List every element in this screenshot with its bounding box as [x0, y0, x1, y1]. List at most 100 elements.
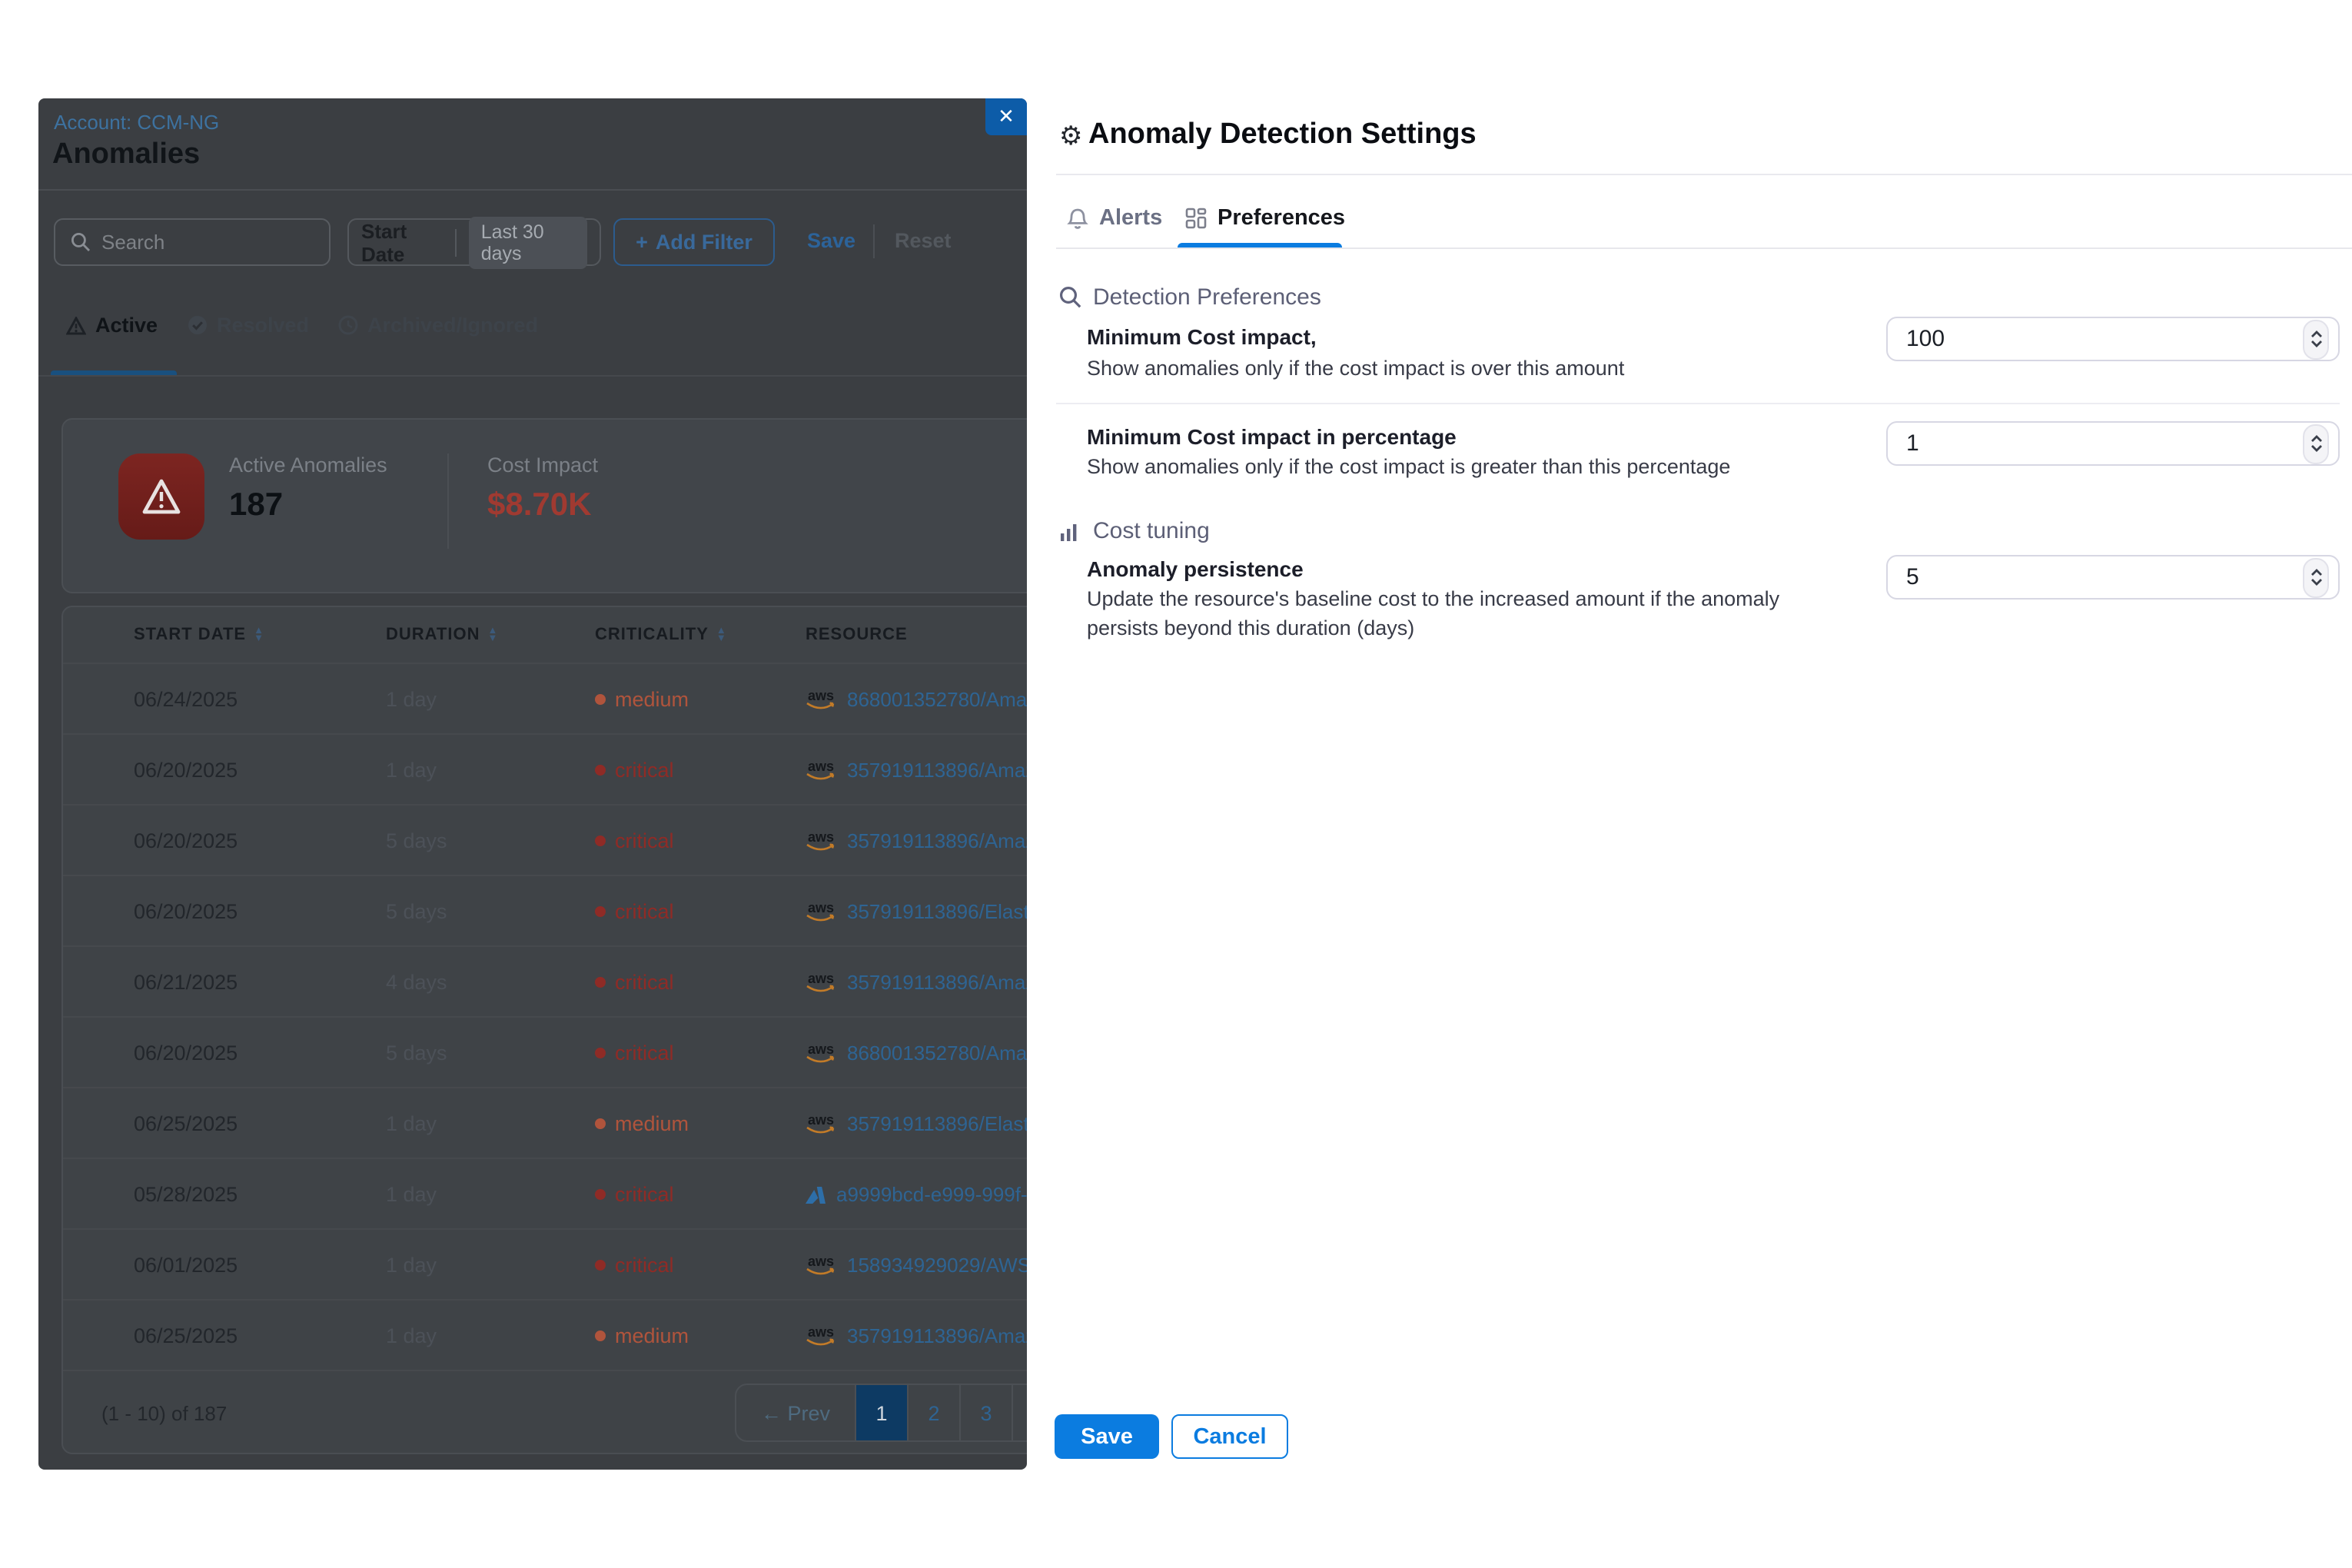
prev-page-button[interactable]: ← Prev: [736, 1385, 855, 1440]
table-row[interactable]: 06/24/2025 1 day medium aws 868001352780…: [63, 663, 1027, 735]
tab-resolved[interactable]: Resolved: [188, 314, 309, 337]
start-date-cell: 06/20/2025: [134, 1041, 238, 1065]
preferences-grid-icon: [1185, 208, 1207, 229]
anomaly-persistence-value[interactable]: 5: [1906, 564, 1919, 590]
breadcrumb[interactable]: Account: CCM-NG: [54, 111, 219, 134]
resource-link[interactable]: 158934929029/AWS Co: [847, 1254, 1027, 1277]
min-cost-impact-label: Minimum Cost impact,: [1087, 324, 1317, 349]
summary-divider: [447, 453, 449, 549]
tab-active[interactable]: Active: [66, 314, 158, 337]
criticality-dot: [595, 694, 606, 705]
criticality-label: critical: [615, 829, 674, 852]
chevron-up-icon[interactable]: [2310, 569, 2322, 576]
cancel-button[interactable]: Cancel: [1171, 1414, 1288, 1459]
anomaly-persistence-input[interactable]: 5: [1886, 555, 2340, 600]
table-row[interactable]: 05/28/2025 1 day critical aws a9999bcd-e…: [63, 1158, 1027, 1230]
page-button[interactable]: 3: [959, 1385, 1012, 1440]
table-row[interactable]: 06/01/2025 1 day critical aws 1589349290…: [63, 1228, 1027, 1301]
tab-archived[interactable]: Archived/Ignored: [338, 314, 538, 337]
resource-link[interactable]: a9999bcd-e999-999f-g: [836, 1183, 1027, 1206]
search-placeholder: Search: [101, 231, 164, 254]
duration-cell: 5 days: [386, 900, 447, 923]
settings-header-divider: [1056, 174, 2352, 175]
page-button-partial[interactable]: [1012, 1385, 1027, 1440]
resource-link[interactable]: 357919113896/Amazon: [847, 971, 1027, 994]
resource-link[interactable]: 868001352780/Amazon: [847, 1041, 1027, 1065]
duration-cell: 1 day: [386, 1324, 437, 1347]
min-cost-impact-description: Show anomalies only if the cost impact i…: [1087, 355, 1624, 384]
resource-link[interactable]: 357919113896/Amazon: [847, 1324, 1027, 1347]
tab-resolved-label: Resolved: [217, 314, 309, 337]
criticality-dot: [595, 906, 606, 917]
resource-link[interactable]: 357919113896/Elastic L: [847, 900, 1027, 923]
table-row[interactable]: 06/20/2025 5 days critical aws 357919113…: [63, 875, 1027, 947]
criticality-cell: critical: [595, 1183, 674, 1206]
table-row[interactable]: 06/21/2025 4 days critical aws 357919113…: [63, 945, 1027, 1018]
filter-save-link[interactable]: Save: [807, 229, 855, 252]
anomaly-alert-icon: [118, 453, 204, 540]
table-row[interactable]: 06/25/2025 1 day medium aws 357919113896…: [63, 1299, 1027, 1371]
sort-icon[interactable]: ▲▼: [487, 627, 498, 643]
stepper-control[interactable]: [2303, 319, 2329, 359]
resource-link[interactable]: 357919113896/Amazon: [847, 759, 1027, 782]
table-row[interactable]: 06/25/2025 1 day medium aws 357919113896…: [63, 1087, 1027, 1159]
magnifier-icon: [1059, 286, 1082, 309]
search-input[interactable]: Search: [54, 218, 331, 266]
close-icon[interactable]: ✕: [985, 98, 1027, 135]
min-cost-pct-input[interactable]: 1: [1886, 421, 2340, 466]
page-button[interactable]: 2: [907, 1385, 959, 1440]
clock-icon: [338, 315, 358, 335]
filter-reset-link[interactable]: Reset: [895, 229, 952, 252]
bell-icon: [1067, 207, 1088, 230]
min-cost-impact-input[interactable]: 100: [1886, 317, 2340, 361]
sort-icon[interactable]: ▲▼: [254, 627, 264, 643]
chevron-down-icon[interactable]: [2310, 578, 2322, 586]
criticality-label: critical: [615, 971, 674, 994]
criticality-dot: [595, 835, 606, 846]
page-buttons: 123: [855, 1385, 1012, 1440]
resource-cell: aws 158934929029/AWS Co: [806, 1254, 1027, 1277]
col-criticality[interactable]: CRITICALITY ▲▼: [595, 626, 727, 644]
page-button[interactable]: 1: [855, 1385, 907, 1440]
resource-link[interactable]: 868001352780/Amazon: [847, 688, 1027, 711]
chevron-up-icon[interactable]: [2310, 435, 2322, 443]
criticality-cell: critical: [595, 759, 674, 782]
min-cost-pct-value[interactable]: 1: [1906, 430, 1919, 457]
chevron-down-icon[interactable]: [2310, 444, 2322, 452]
col-start-date[interactable]: START DATE ▲▼: [134, 626, 264, 644]
chevron-down-icon[interactable]: [2310, 340, 2322, 347]
criticality-dot: [595, 765, 606, 776]
min-cost-impact-value[interactable]: 100: [1906, 326, 1945, 352]
azure-logo: [806, 1185, 826, 1204]
sort-icon[interactable]: ▲▼: [716, 627, 727, 643]
stepper-control[interactable]: [2303, 424, 2329, 463]
bars-icon: [1059, 520, 1082, 542]
table-row[interactable]: 06/20/2025 5 days critical aws 868001352…: [63, 1016, 1027, 1088]
stepper-control[interactable]: [2303, 557, 2329, 597]
criticality-cell: medium: [595, 1112, 689, 1135]
tab-preferences[interactable]: Preferences: [1185, 206, 1345, 231]
aws-logo: aws: [806, 972, 836, 993]
filter-links-divider: [873, 224, 875, 258]
add-filter-button[interactable]: + Add Filter: [613, 218, 775, 266]
cost-impact-value: $8.70K: [487, 487, 591, 524]
duration-cell: 1 day: [386, 688, 437, 711]
resource-cell: aws 868001352780/Amazon: [806, 1041, 1027, 1065]
start-date-separator: [455, 228, 457, 256]
duration-cell: 5 days: [386, 1041, 447, 1065]
resource-link[interactable]: 357919113896/Elastic L: [847, 1112, 1027, 1135]
col-duration[interactable]: DURATION ▲▼: [386, 626, 498, 644]
chevron-up-icon[interactable]: [2310, 331, 2322, 338]
resource-cell: aws 357919113896/Elastic L: [806, 1112, 1027, 1135]
save-button[interactable]: Save: [1055, 1414, 1159, 1459]
start-date-cell: 06/01/2025: [134, 1254, 238, 1277]
table-row[interactable]: 06/20/2025 1 day critical aws 3579191138…: [63, 733, 1027, 806]
tab-alerts[interactable]: Alerts: [1067, 206, 1162, 231]
criticality-dot: [595, 1189, 606, 1200]
start-date-filter[interactable]: Start Date Last 30 days: [347, 218, 601, 266]
resource-link[interactable]: 357919113896/Amazon: [847, 829, 1027, 852]
start-date-cell: 06/20/2025: [134, 829, 238, 852]
criticality-cell: critical: [595, 829, 674, 852]
start-date-value[interactable]: Last 30 days: [469, 216, 587, 268]
table-row[interactable]: 06/20/2025 5 days critical aws 357919113…: [63, 804, 1027, 876]
